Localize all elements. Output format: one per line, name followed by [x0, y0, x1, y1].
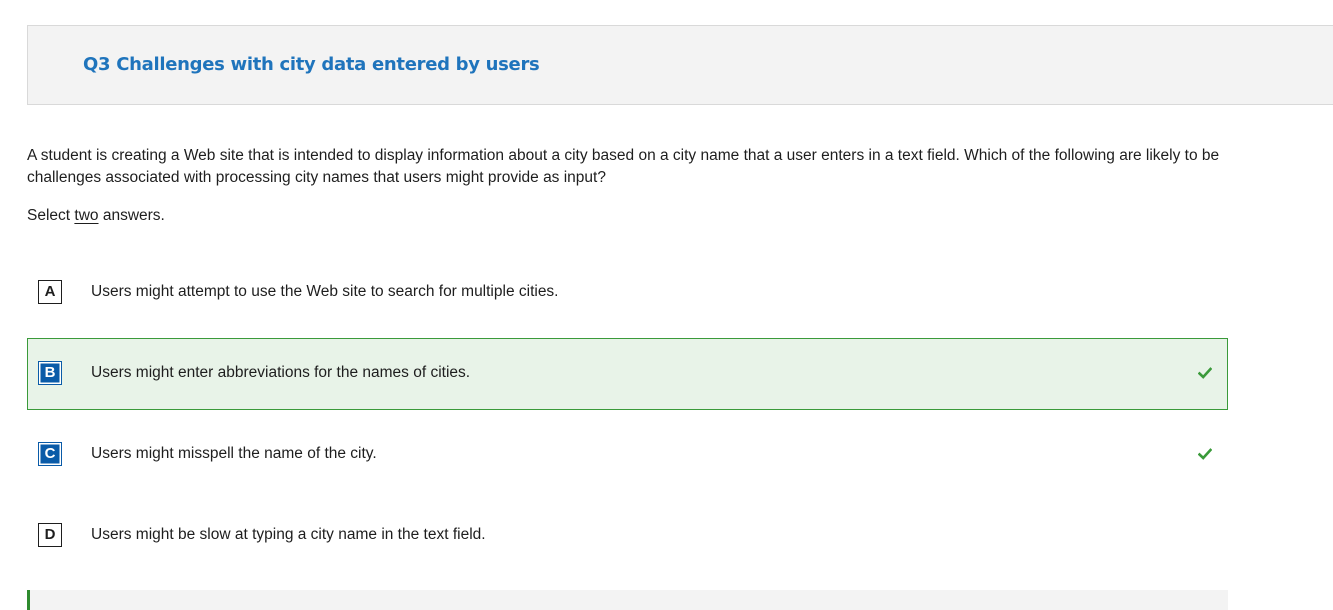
answer-option-c[interactable]: C Users might misspell the name of the c…	[27, 418, 1228, 490]
instruction-emphasis: two	[74, 207, 99, 224]
feedback-panel	[27, 590, 1228, 610]
question-title: Q3 Challenges with city data entered by …	[83, 54, 540, 75]
answer-option-b[interactable]: B Users might enter abbreviations for th…	[27, 338, 1228, 410]
option-letter-b: B	[38, 361, 62, 385]
option-letter-c: C	[38, 442, 62, 466]
answer-option-d[interactable]: D Users might be slow at typing a city n…	[27, 499, 1228, 571]
option-letter-a: A	[38, 280, 62, 304]
option-letter-d: D	[38, 523, 62, 547]
checkmark-icon	[1198, 367, 1212, 379]
option-text-c: Users might misspell the name of the cit…	[91, 445, 377, 462]
option-text-d: Users might be slow at typing a city nam…	[91, 526, 486, 543]
instruction-text: Select two answers.	[27, 205, 165, 227]
question-header: Q3 Challenges with city data entered by …	[27, 25, 1333, 105]
option-text-b: Users might enter abbreviations for the …	[91, 364, 471, 381]
answer-option-a[interactable]: A Users might attempt to use the Web sit…	[27, 256, 1228, 328]
option-text-a: Users might attempt to use the Web site …	[91, 283, 559, 300]
checkmark-icon	[1198, 448, 1212, 460]
instruction-prefix: Select	[27, 207, 75, 224]
question-text: A student is creating a Web site that is…	[27, 147, 1220, 186]
instruction-suffix: answers.	[98, 207, 165, 224]
